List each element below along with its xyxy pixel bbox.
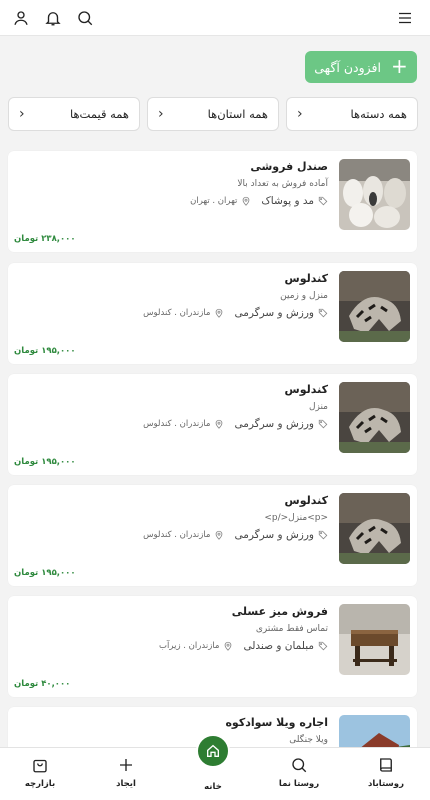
nav-market[interactable]: بازارچه	[5, 756, 75, 789]
search-icon	[292, 758, 307, 773]
location-pin-icon	[243, 196, 250, 206]
listing-card[interactable]: کندلوس <p>منزل</p> ورزش و سرگرمی مازندرا…	[8, 485, 417, 586]
tag-icon	[318, 641, 328, 651]
listing-title: صندل فروشی	[250, 160, 328, 173]
location-pin-icon	[225, 641, 232, 651]
chevron-right-icon: ›	[158, 106, 164, 122]
listing-image	[339, 159, 410, 230]
location-pin-icon	[216, 308, 223, 318]
nav-home-button[interactable]	[196, 734, 230, 768]
listing-category: مبلمان و صندلی	[243, 640, 314, 652]
listing-title: کندلوس	[284, 272, 328, 285]
tag-icon	[318, 530, 328, 540]
filter-label: همه قیمت‌ها	[69, 107, 129, 121]
listing-category: ورزش و سرگرمی	[234, 307, 314, 319]
listing-title: کندلوس	[284, 494, 328, 507]
nav-label: خانه	[204, 782, 222, 792]
listing-price: ۴۰,۰۰۰ تومان	[14, 679, 71, 689]
listing-card[interactable]: صندل فروشی آماده فروش به تعداد بالا مد و…	[8, 151, 417, 252]
filter-label: همه دسته‌ها	[350, 107, 408, 121]
book-icon	[380, 758, 392, 772]
location-pin-icon	[216, 530, 223, 540]
listing-card[interactable]: کندلوس منزل ورزش و سرگرمی مازندران . کند…	[8, 374, 417, 475]
price-filter[interactable]: › همه قیمت‌ها	[8, 97, 140, 131]
listing-price: ۱۹۵,۰۰۰ تومان	[14, 457, 76, 467]
listing-image	[339, 271, 410, 342]
plus-icon: +	[390, 54, 408, 78]
tag-icon	[318, 196, 328, 206]
listing-category: ورزش و سرگرمی	[234, 418, 314, 430]
listing-card[interactable]: کندلوس منزل و زمین ورزش و سرگرمی مازندرا…	[8, 263, 417, 364]
add-ad-button[interactable]: + افزودن آگهی	[305, 51, 417, 83]
listing-subtitle: <p>منزل</p>	[264, 513, 328, 523]
listing-meta: مد و پوشاک تهران . تهران	[190, 195, 328, 207]
listing-image	[339, 604, 410, 675]
nav-label: ایجاد	[116, 779, 136, 789]
add-ad-label: افزودن آگهی	[314, 59, 381, 75]
listing-subtitle: منزل	[308, 402, 328, 412]
listing-meta: ورزش و سرگرمی مازندران . کندلوس	[143, 529, 328, 541]
tag-icon	[318, 419, 328, 429]
nav-village-abad[interactable]: روستاباد	[351, 756, 421, 789]
listing-price: ۲۳۸,۰۰۰ تومان	[14, 234, 76, 244]
nav-create[interactable]: ایجاد	[91, 756, 161, 789]
listing-subtitle: آماده فروش به تعداد بالا	[237, 179, 328, 189]
user-icon[interactable]	[11, 8, 31, 28]
listing-image	[339, 493, 410, 564]
listing-category: ورزش و سرگرمی	[234, 529, 314, 541]
tag-icon	[318, 308, 328, 318]
listing-location: مازندران . کندلوس	[143, 419, 211, 429]
listing-location: تهران . تهران	[190, 196, 238, 206]
listing-category: مد و پوشاک	[261, 195, 314, 207]
top-bar	[0, 0, 430, 36]
home-icon	[207, 744, 219, 757]
listing-title: اجاره ویلا سوادکوه	[225, 716, 328, 729]
nav-label: بازارچه	[24, 779, 56, 789]
listing-subtitle: منزل و زمین	[280, 291, 328, 301]
listing-subtitle: ویلا جنگلی	[289, 735, 328, 745]
shopping-bag-icon	[33, 759, 47, 773]
listing-card[interactable]: فروش میز عسلی تماس فقط مشتری مبلمان و صن…	[8, 596, 417, 697]
listing-meta: ورزش و سرگرمی مازندران . کندلوس	[143, 418, 328, 430]
category-filter[interactable]: › همه دسته‌ها	[286, 97, 418, 131]
listing-meta: مبلمان و صندلی مازندران . زیرآب	[159, 640, 328, 652]
listing-location: مازندران . کندلوس	[143, 308, 211, 318]
nav-label: روستا نما	[278, 779, 320, 789]
listing-location: مازندران . زیرآب	[159, 641, 220, 651]
listing-price: ۱۹۵,۰۰۰ تومان	[14, 346, 76, 356]
listing-price: ۱۹۵,۰۰۰ تومان	[14, 568, 76, 578]
chevron-right-icon: ›	[297, 106, 303, 122]
location-pin-icon	[216, 419, 223, 429]
nav-village-view[interactable]: روستا نما	[264, 756, 334, 789]
plus-icon	[120, 759, 132, 771]
search-icon[interactable]	[75, 8, 95, 28]
chevron-right-icon: ›	[19, 106, 25, 122]
filter-label: همه استان‌ها	[207, 107, 268, 121]
menu-icon[interactable]	[395, 8, 415, 28]
listing-subtitle: تماس فقط مشتری	[255, 624, 328, 634]
listing-meta: ورزش و سرگرمی مازندران . کندلوس	[143, 307, 328, 319]
bell-icon[interactable]	[43, 8, 63, 28]
nav-label: روستاباد	[368, 779, 404, 789]
province-filter[interactable]: › همه استان‌ها	[147, 97, 279, 131]
listing-title: کندلوس	[284, 383, 328, 396]
listing-title: فروش میز عسلی	[231, 605, 328, 618]
listing-image	[339, 382, 410, 453]
listing-location: مازندران . کندلوس	[143, 530, 211, 540]
bottom-navigation: بازارچه ایجاد خانه روستا نما روستاباد	[0, 734, 430, 800]
